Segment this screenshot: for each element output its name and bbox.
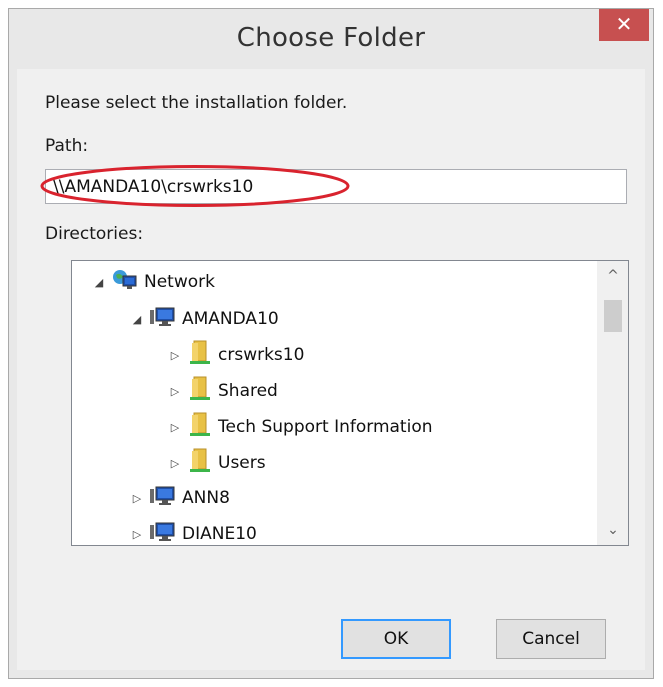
computer-icon — [150, 521, 176, 546]
computer-icon — [150, 485, 176, 512]
tree-node-ann8[interactable]: ▷ ANN8 — [128, 482, 230, 514]
path-input[interactable] — [45, 169, 627, 204]
title-bar[interactable]: Choose Folder ✕ — [9, 9, 653, 69]
ok-button[interactable]: OK — [341, 619, 451, 659]
tree-label: Users — [218, 453, 266, 473]
close-button[interactable]: ✕ — [599, 9, 649, 41]
tree-node-network[interactable]: ◢ Network — [90, 266, 215, 298]
tree-node-diane10[interactable]: ▷ DIANE10 — [128, 518, 257, 546]
tree-label: Network — [144, 272, 215, 292]
dialog-title: Choose Folder — [236, 23, 426, 53]
expand-arrow-icon[interactable]: ▷ — [128, 528, 146, 541]
chevron-up-icon: ^ — [607, 268, 619, 284]
expand-arrow-icon[interactable]: ▷ — [166, 421, 184, 434]
tree-label: Tech Support Information — [218, 417, 433, 437]
tree-label: DIANE10 — [182, 524, 257, 544]
vertical-scrollbar[interactable]: ^ ⌄ — [597, 261, 628, 545]
shared-folder-icon — [188, 412, 212, 443]
chevron-down-icon: ⌄ — [607, 522, 619, 538]
shared-folder-icon — [188, 376, 212, 407]
tree-node-tech-support-information[interactable]: ▷ Tech Support Information — [166, 411, 433, 443]
tree-node-users[interactable]: ▷ Users — [166, 447, 266, 479]
tree-node-crswrks10[interactable]: ▷ crswrks10 — [166, 339, 304, 371]
collapse-arrow-icon[interactable]: ◢ — [90, 276, 108, 289]
collapse-arrow-icon[interactable]: ◢ — [128, 313, 146, 326]
instruction-text: Please select the installation folder. — [45, 93, 348, 113]
directories-label: Directories: — [45, 224, 144, 244]
choose-folder-dialog: Choose Folder ✕ Please select the instal… — [8, 8, 654, 679]
shared-folder-icon — [188, 448, 212, 479]
directory-tree[interactable]: ◢ Network ◢ AMANDA10 ▷ crswrks10 ▷ Share… — [71, 260, 629, 546]
scroll-down-button[interactable]: ⌄ — [598, 515, 628, 545]
scroll-up-button[interactable]: ^ — [598, 261, 628, 291]
expand-arrow-icon[interactable]: ▷ — [166, 457, 184, 470]
shared-folder-icon — [188, 340, 212, 371]
path-label: Path: — [45, 136, 89, 156]
computer-icon — [150, 306, 176, 333]
expand-arrow-icon[interactable]: ▷ — [128, 492, 146, 505]
tree-label: AMANDA10 — [182, 309, 279, 329]
tree-label: Shared — [218, 381, 278, 401]
scroll-thumb[interactable] — [604, 300, 622, 332]
cancel-button[interactable]: Cancel — [496, 619, 606, 659]
expand-arrow-icon[interactable]: ▷ — [166, 349, 184, 362]
network-icon — [112, 268, 138, 297]
tree-node-amanda10[interactable]: ◢ AMANDA10 — [128, 303, 279, 335]
expand-arrow-icon[interactable]: ▷ — [166, 385, 184, 398]
tree-node-shared[interactable]: ▷ Shared — [166, 375, 278, 407]
tree-label: crswrks10 — [218, 345, 305, 365]
dialog-body: Please select the installation folder. P… — [17, 69, 645, 670]
tree-label: ANN8 — [182, 488, 230, 508]
close-icon: ✕ — [615, 12, 633, 36]
